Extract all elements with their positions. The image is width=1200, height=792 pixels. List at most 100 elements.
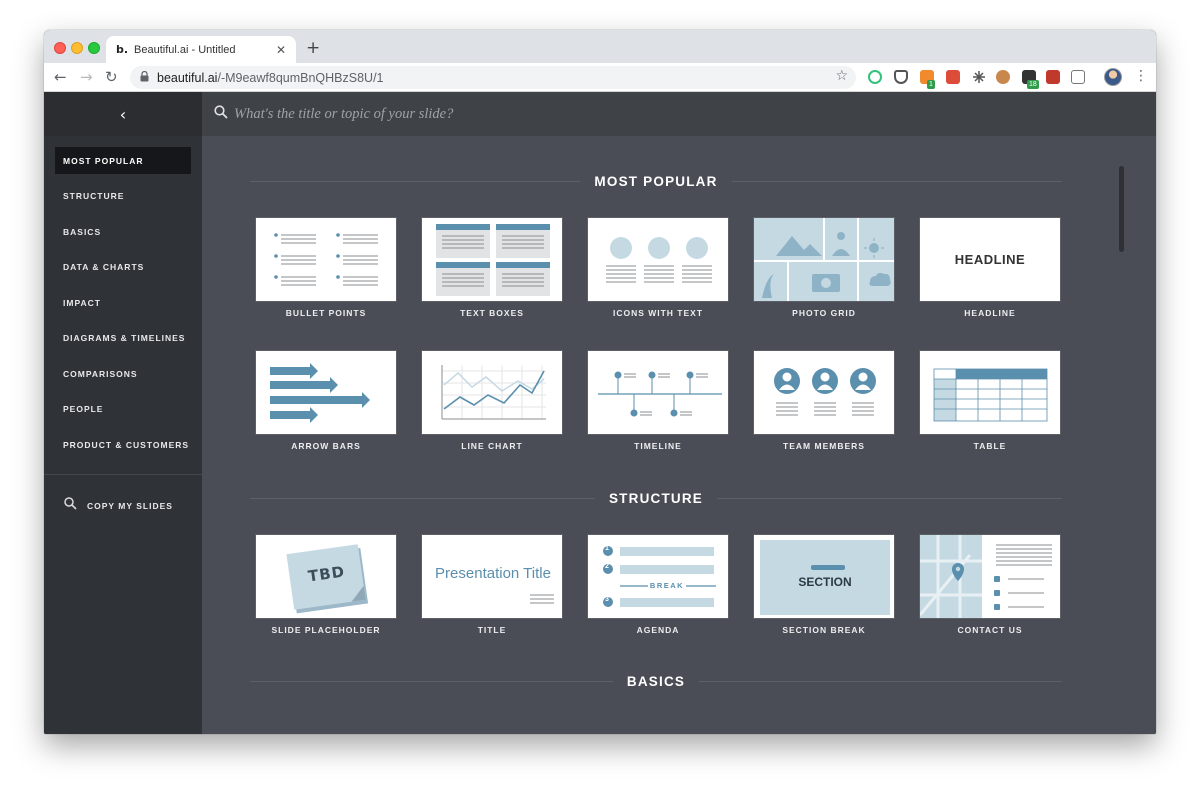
collapse-chevron-icon[interactable]: ‹ [120, 105, 126, 124]
tab-close-icon[interactable]: ✕ [274, 43, 288, 57]
card-label: SLIDE PLACEHOLDER [271, 625, 381, 635]
reload-button[interactable]: ↻ [105, 68, 118, 86]
template-gallery: MOST POPULAR BULLET POINTS TEXT BOXES IC… [202, 136, 1156, 734]
copy-my-slides-link[interactable]: COPY MY SLIDES [64, 497, 173, 515]
icons-with-text-thumbnail [587, 217, 729, 302]
forward-button[interactable]: → [80, 68, 93, 86]
section-break-thumbnail: SECTION [753, 534, 895, 619]
agenda-icon [603, 546, 716, 607]
bullet-points-icon [274, 233, 378, 286]
copy-my-slides-label: COPY MY SLIDES [87, 501, 173, 511]
browser-toolbar: ← → ↻ beautiful.ai/-M9eawf8qumBnQHBzS8U/… [44, 63, 1156, 92]
section-heading-structure: STRUCTURE [250, 488, 1062, 508]
browser-window: b. Beautiful.ai - Untitled ✕ + ← → ↻ bea… [44, 30, 1156, 734]
sidebar-header: ‹ [44, 92, 202, 136]
close-window-button[interactable] [54, 42, 66, 54]
template-card-line-chart[interactable]: LINE CHART [421, 350, 563, 451]
slide-placeholder-thumbnail: TBD [255, 534, 397, 619]
sidebar-item-people[interactable]: PEOPLE [55, 395, 191, 422]
team-members-thumbnail [753, 350, 895, 435]
lock-icon [140, 70, 149, 85]
contact-us-thumbnail [919, 534, 1061, 619]
browser-menu-icon[interactable]: ⋮ [1134, 68, 1148, 84]
sidebar-item-product-customers[interactable]: PRODUCT & CUSTOMERS [55, 431, 191, 458]
template-card-headline[interactable]: HEADLINE HEADLINE [919, 217, 1061, 318]
template-card-agenda[interactable]: 1 2 3 BREAK AGENDA [587, 534, 729, 635]
minimize-window-button[interactable] [71, 42, 83, 54]
cookie-extension-icon[interactable] [996, 70, 1010, 84]
template-card-slide-placeholder[interactable]: TBD SLIDE PLACEHOLDER [255, 534, 397, 635]
card-label: LINE CHART [461, 441, 523, 451]
arrow-bars-icon [270, 363, 370, 423]
extension-badge: 18 [1027, 80, 1039, 89]
extension-badge: 1 [927, 80, 935, 89]
team-members-icon [774, 368, 876, 416]
template-card-section-break[interactable]: SECTION SECTION BREAK [753, 534, 895, 635]
template-card-photo-grid[interactable]: PHOTO GRID [753, 217, 895, 318]
contact-us-icon [920, 535, 1052, 618]
sidebar: ‹ MOST POPULAR STRUCTURE BASICS DATA & C… [44, 92, 202, 734]
photo-grid-thumbnail [753, 217, 895, 302]
pocket-extension-icon[interactable] [894, 70, 908, 84]
template-card-icons-with-text[interactable]: ICONS WITH TEXT [587, 217, 729, 318]
favicon-icon: b. [116, 43, 129, 56]
slide-topic-input[interactable] [234, 99, 934, 129]
tab-strip: b. Beautiful.ai - Untitled ✕ + [44, 30, 1156, 63]
profile-avatar[interactable] [1104, 68, 1122, 86]
card-label: AGENDA [636, 625, 680, 635]
template-card-timeline[interactable]: TIMELINE [587, 350, 729, 451]
timeline-icon [598, 371, 722, 417]
sidebar-item-basics[interactable]: BASICS [55, 218, 191, 245]
section-title: MOST POPULAR [594, 173, 718, 189]
section-title: BASICS [626, 673, 686, 689]
timeline-thumbnail [587, 350, 729, 435]
text-boxes-icon [436, 224, 550, 296]
snowflake-extension-icon[interactable] [972, 70, 986, 84]
agenda-number: 3 [605, 596, 609, 603]
template-card-table[interactable]: TABLE [919, 350, 1061, 451]
back-button[interactable]: ← [54, 68, 67, 86]
sidebar-item-impact[interactable]: IMPACT [55, 289, 191, 316]
photo-grid-icon [754, 218, 894, 301]
table-icon [933, 368, 1048, 422]
google-plus-extension-icon[interactable] [946, 70, 960, 84]
line-chart-thumbnail [421, 350, 563, 435]
url-host: beautiful.ai [157, 70, 218, 85]
template-card-text-boxes[interactable]: TEXT BOXES [421, 217, 563, 318]
red-extension-icon[interactable] [1046, 70, 1060, 84]
break-thumb-text: BREAK [649, 581, 685, 590]
card-label: TIMELINE [634, 441, 682, 451]
sidebar-item-comparisons[interactable]: COMPARISONS [55, 360, 191, 387]
template-card-bullet-points[interactable]: BULLET POINTS [255, 217, 397, 318]
slide-search-bar [202, 92, 1156, 136]
text-boxes-thumbnail [421, 217, 563, 302]
agenda-thumbnail: 1 2 3 BREAK [587, 534, 729, 619]
sidebar-item-diagrams-timelines[interactable]: DIAGRAMS & TIMELINES [55, 324, 191, 351]
checkbox-extension-icon[interactable] [1071, 70, 1085, 84]
maximize-window-button[interactable] [88, 42, 100, 54]
template-card-contact-us[interactable]: CONTACT US [919, 534, 1061, 635]
gallery-scrollbar[interactable] [1119, 166, 1124, 252]
new-tab-button[interactable]: + [306, 38, 320, 58]
card-label: TEAM MEMBERS [783, 441, 865, 451]
arrow-bars-thumbnail [255, 350, 397, 435]
bookmark-star-icon[interactable]: ☆ [835, 68, 848, 84]
card-label: PHOTO GRID [792, 308, 856, 318]
card-label: TEXT BOXES [460, 308, 524, 318]
search-icon [214, 104, 228, 124]
title-thumbnail: Presentation Title [421, 534, 563, 619]
template-card-arrow-bars[interactable]: ARROW BARS [255, 350, 397, 451]
agenda-number: 1 [605, 545, 609, 552]
sidebar-item-most-popular[interactable]: MOST POPULAR [55, 147, 191, 174]
template-card-title[interactable]: Presentation Title TITLE [421, 534, 563, 635]
template-card-team-members[interactable]: TEAM MEMBERS [753, 350, 895, 451]
section-heading-most-popular: MOST POPULAR [250, 171, 1062, 191]
browser-tab[interactable]: b. Beautiful.ai - Untitled ✕ [106, 36, 296, 63]
sidebar-divider [44, 474, 202, 475]
sidebar-item-structure[interactable]: STRUCTURE [55, 182, 191, 209]
sidebar-item-data-charts[interactable]: DATA & CHARTS [55, 253, 191, 280]
search-icon [64, 497, 77, 515]
address-bar[interactable]: beautiful.ai/-M9eawf8qumBnQHBzS8U/1 ☆ [130, 66, 856, 89]
grammarly-extension-icon[interactable] [868, 70, 882, 84]
table-thumbnail [919, 350, 1061, 435]
